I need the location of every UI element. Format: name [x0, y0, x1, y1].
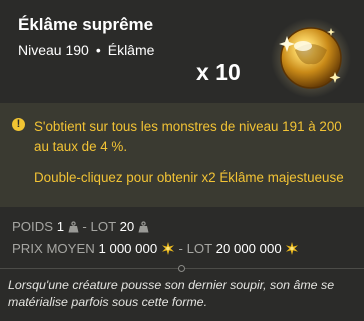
kamas-icon [286, 242, 299, 255]
lot-price-label: LOT [186, 241, 212, 256]
golden-orb-icon [271, 18, 351, 98]
weight-value: 1 [56, 219, 65, 234]
item-level: Niveau 190 [18, 42, 89, 58]
price-dash: - [178, 241, 183, 256]
item-type: Éklâme [107, 42, 155, 58]
price-label: PRIX MOYEN [12, 241, 95, 256]
lot-weight-label: LOT [90, 219, 116, 234]
item-tooltip: Éklâme suprême Niveau 190 • Éklâme x 10 [0, 0, 364, 321]
tooltip-header: Éklâme suprême Niveau 190 • Éklâme x 10 [0, 0, 364, 98]
obtain-text: S'obtient sur tous les monstres de nivea… [34, 119, 342, 154]
lot-weight-value: 20 [119, 219, 135, 234]
double-click-hint[interactable]: Double-cliquez pour obtenir x2 Éklâme ma… [34, 168, 354, 188]
weight-row: POIDS 1 - LOT 20 [12, 219, 149, 234]
item-quantity: x 10 [196, 59, 241, 85]
item-subtitle: Niveau 190 • Éklâme [18, 42, 154, 58]
weight-icon [138, 221, 149, 233]
weight-label: POIDS [12, 219, 54, 234]
lot-price-value: 20 000 000 [215, 241, 282, 256]
exclamation-icon: ! [12, 118, 25, 131]
weight-icon [68, 221, 79, 233]
item-description: Lorsqu'une créature pousse son dernier s… [8, 278, 335, 309]
divider-ornament [178, 265, 185, 272]
obtain-info-panel: ! S'obtient sur tous les monstres de niv… [0, 103, 364, 207]
subtitle-separator: • [95, 42, 101, 58]
weight-dash: - [82, 219, 87, 234]
kamas-icon [161, 242, 174, 255]
item-name: Éklâme suprême [18, 15, 154, 34]
price-row: PRIX MOYEN 1 000 000 - LOT 20 000 000 [12, 241, 299, 256]
price-value: 1 000 000 [98, 241, 158, 256]
